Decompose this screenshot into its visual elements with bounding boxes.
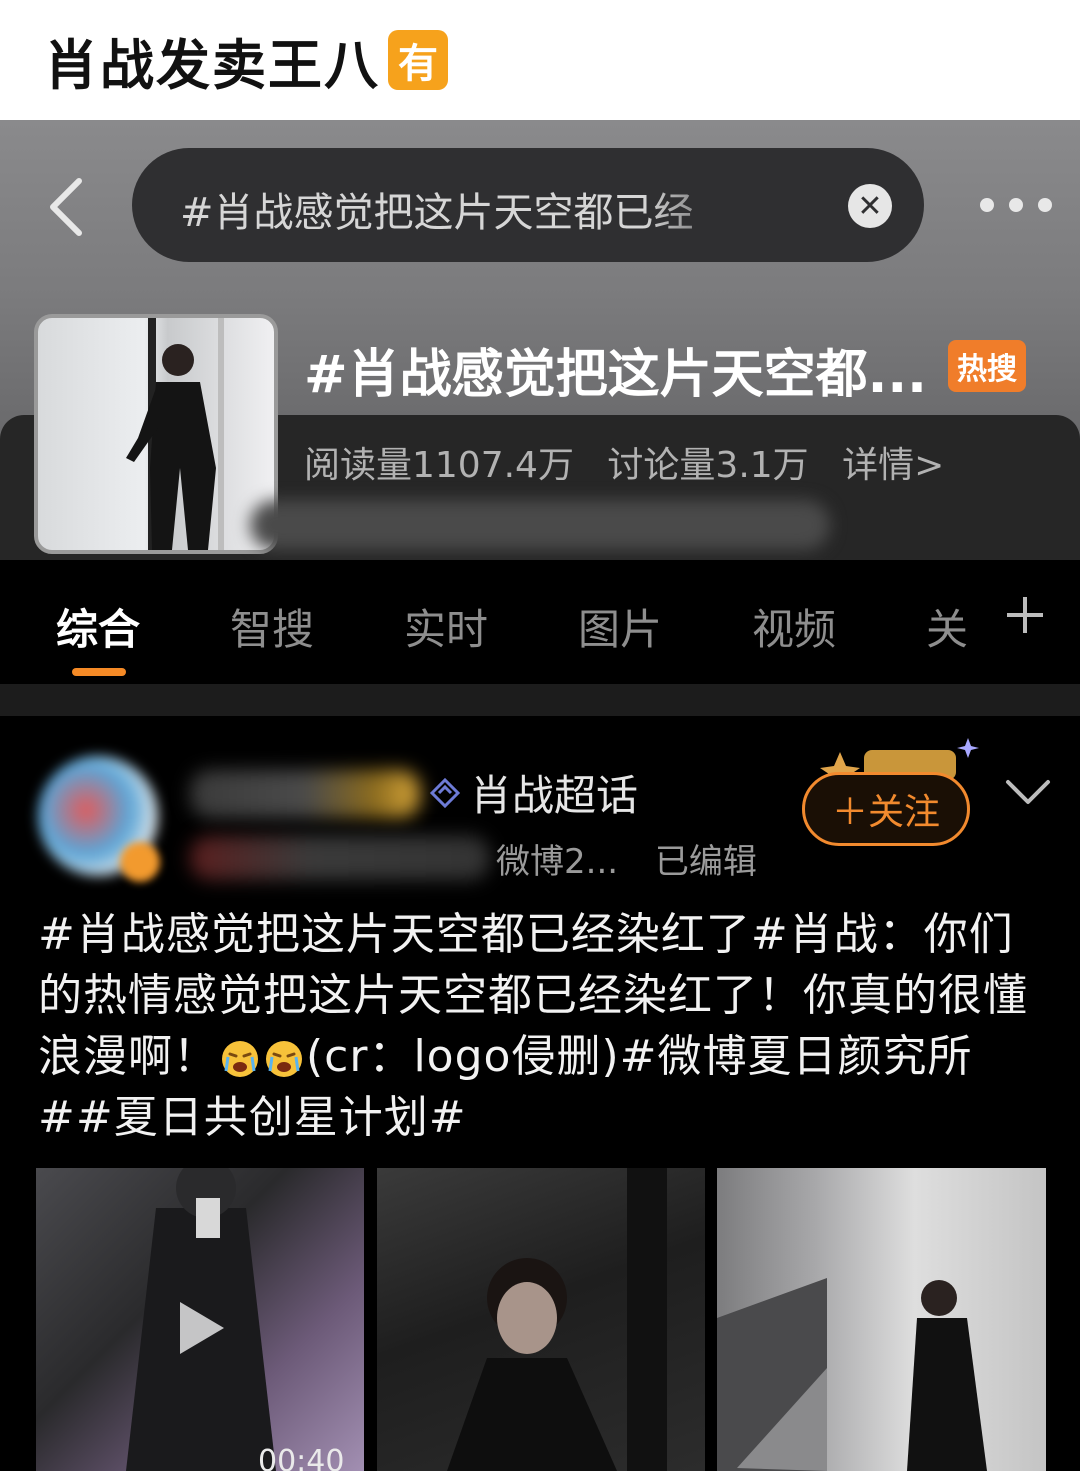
search-input[interactable]: #肖战感觉把这片天空都已经 ✕ bbox=[132, 148, 924, 262]
post-meta: 微博2... 已编辑 bbox=[496, 834, 783, 883]
tab-comprehensive[interactable]: 综合 bbox=[56, 596, 140, 657]
supertopic-link[interactable]: 肖战超话 bbox=[428, 762, 638, 823]
active-tab-indicator bbox=[72, 668, 126, 676]
back-button[interactable] bbox=[40, 172, 90, 242]
back-chevron-icon bbox=[50, 178, 82, 236]
tab-bar: 综合 智搜 实时 图片 视频 关 bbox=[0, 560, 1080, 684]
video-duration: 00:40 bbox=[258, 1444, 345, 1471]
section-divider bbox=[0, 684, 1080, 716]
crying-emoji-icon bbox=[222, 1041, 258, 1077]
topic-header: #肖战感觉把这片天空都已经 ✕ #肖战感觉把这片天空都... 热搜 阅读量110… bbox=[0, 120, 1080, 560]
avatar-badge bbox=[120, 842, 160, 882]
blurred-host-line bbox=[250, 500, 830, 550]
hot-badge: 热搜 bbox=[948, 340, 1026, 392]
supertopic-label: 肖战超话 bbox=[470, 771, 639, 820]
tab-realtime[interactable]: 实时 bbox=[404, 596, 488, 657]
tab-following[interactable]: 关 bbox=[926, 596, 968, 657]
post-source: 微博2... bbox=[496, 842, 619, 882]
plus-icon[interactable] bbox=[1000, 590, 1050, 640]
image-thumbnail[interactable] bbox=[377, 1168, 705, 1471]
post-card: 肖战超话 微博2... 已编辑 ＋关注 #肖战感觉把这片天空都已经染红了#肖战：… bbox=[0, 716, 1080, 1471]
caption-bar: 肖战发卖王八 有 bbox=[0, 0, 1080, 120]
supertopic-diamond-icon bbox=[429, 777, 461, 808]
media-grid: 00:40 bbox=[36, 1168, 1046, 1471]
blurred-user-meta bbox=[190, 836, 490, 880]
topic-title: #肖战感觉把这片天空都... bbox=[304, 345, 927, 405]
post-body: #肖战感觉把这片天空都已经染红了#肖战：你们的热情感觉把这片天空都已经染红了！你… bbox=[38, 904, 1048, 1148]
image-thumbnail[interactable] bbox=[717, 1168, 1046, 1471]
play-icon[interactable] bbox=[176, 1298, 228, 1358]
tab-smart-search[interactable]: 智搜 bbox=[230, 596, 314, 657]
topic-stats: 阅读量1107.4万 讨论量3.1万 详情> bbox=[304, 436, 966, 488]
discussion-count: 讨论量3.1万 bbox=[607, 445, 809, 486]
more-dots-icon[interactable] bbox=[980, 190, 1052, 220]
video-thumbnail[interactable]: 00:40 bbox=[36, 1168, 364, 1471]
tab-images[interactable]: 图片 bbox=[578, 596, 662, 657]
details-link[interactable]: 详情> bbox=[842, 445, 944, 486]
chevron-down-icon[interactable] bbox=[1004, 772, 1052, 812]
blurred-username bbox=[190, 770, 420, 818]
topic-cover-image[interactable] bbox=[34, 314, 278, 554]
caption-badge: 有 bbox=[388, 30, 448, 90]
clear-icon[interactable]: ✕ bbox=[848, 184, 892, 228]
read-count: 阅读量1107.4万 bbox=[304, 445, 574, 486]
crying-emoji-icon bbox=[266, 1041, 302, 1077]
tab-videos[interactable]: 视频 bbox=[752, 596, 836, 657]
post-edited-label: 已编辑 bbox=[654, 842, 757, 882]
caption-text: 肖战发卖王八 bbox=[44, 33, 380, 97]
follow-button[interactable]: ＋关注 bbox=[802, 772, 970, 846]
search-query-text: #肖战感觉把这片天空都已经 bbox=[180, 190, 694, 236]
